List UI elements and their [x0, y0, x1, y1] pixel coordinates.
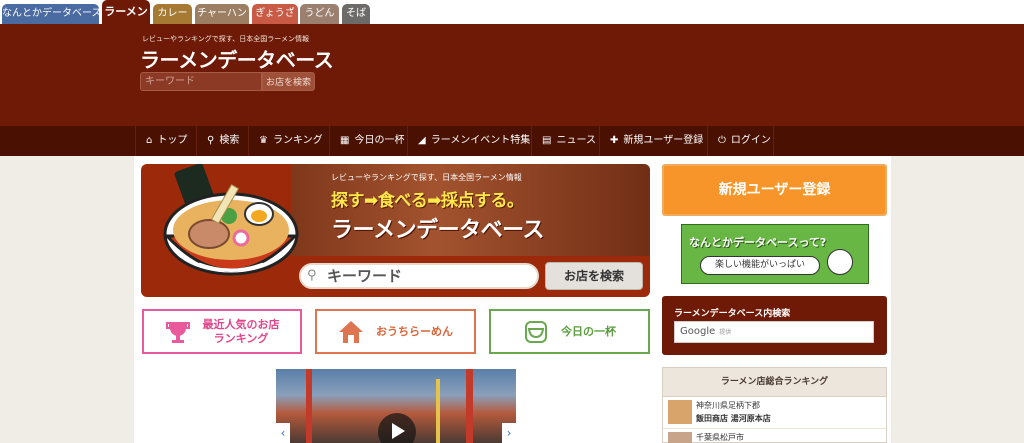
street-sign: [436, 379, 440, 443]
bowl-icon: [523, 319, 549, 345]
hero-title: ラーメンデータベース: [331, 218, 545, 243]
nav-item-label: 検索: [219, 135, 240, 146]
header-search: お店を検索: [140, 72, 315, 91]
google-label: Google: [680, 326, 716, 337]
street-pole: [466, 369, 473, 443]
megaphone-icon: ◢: [418, 135, 426, 146]
nav-item-label: ランキング: [272, 135, 323, 146]
nav-item-label: ログイン: [730, 135, 771, 146]
hero-tagline: レビューやランキングで探す、日本全国ラーメン情報: [331, 173, 522, 182]
hero-search-placeholder: キーワード: [327, 267, 403, 285]
home-icon: ⌂: [146, 135, 153, 146]
google-search-input[interactable]: Google 提供: [674, 321, 874, 343]
site-search-box: ラーメンデータベース内検索 Google 提供: [662, 296, 887, 355]
site-header: レビューやランキングで探す、日本全国ラーメン情報 ラーメンデータベース お店を検…: [0, 24, 1024, 126]
hero-search-input[interactable]: ⚲ キーワード: [299, 263, 539, 289]
header-search-input[interactable]: [140, 72, 262, 91]
ranking-shop-name: 飯田商店 湯河原本店: [696, 414, 771, 423]
nantoka-database-banner[interactable]: なんとかデータベースって? 楽しい機能がいっぱい: [681, 224, 869, 284]
house-icon: [338, 319, 364, 345]
overall-ranking-panel: ラーメン店総合ランキング 神奈川県足柄下郡 飯田商店 湯河原本店 千葉県松戸市: [662, 367, 887, 443]
ranking-row[interactable]: 神奈川県足柄下郡 飯田商店 湯河原本店: [663, 397, 886, 429]
news-icon: ▤: [542, 135, 552, 146]
nav-item-search[interactable]: ⚲ 検索: [197, 126, 249, 156]
chevron-right-icon[interactable]: ›: [502, 423, 516, 443]
trophy-icon: ♛: [259, 135, 268, 146]
header-search-button[interactable]: お店を検索: [262, 72, 315, 91]
ranking-prefecture: 神奈川県足柄下郡: [696, 401, 760, 410]
ranking-prefecture: 千葉県松戸市: [696, 433, 744, 442]
shop-thumbnail: [668, 432, 692, 443]
street-pole: [306, 369, 312, 443]
nav-item-ranking[interactable]: ♛ ランキング: [249, 126, 330, 156]
site-tab-soba[interactable]: そば: [342, 4, 370, 24]
power-icon: ⏻: [718, 135, 726, 146]
header-tagline: レビューやランキングで探す、日本全国ラーメン情報: [142, 35, 309, 43]
todays-bowl-button[interactable]: 今日の一杯: [489, 309, 650, 354]
popular-ranking-label: 最近人気のお店 ランキング: [202, 317, 280, 345]
search-icon: ⚲: [207, 135, 215, 146]
nav-item-news[interactable]: ▤ ニュース: [532, 126, 600, 156]
ranking-row[interactable]: 千葉県松戸市: [663, 429, 886, 443]
home-ramen-button[interactable]: おうちらーめん: [315, 309, 476, 354]
nav-item-top[interactable]: ⌂ トップ: [135, 126, 197, 156]
nav-item-label: 今日の一杯: [354, 135, 405, 146]
site-logo[interactable]: ラーメンデータベース: [140, 44, 334, 73]
nantoka-banner-subtitle: 楽しい機能がいっぱい: [700, 256, 820, 275]
video-thumbnail[interactable]: ‹ ›: [276, 369, 516, 443]
ramen-bowl-icon: [159, 164, 299, 292]
trophy-icon: [165, 319, 191, 345]
smiley-icon: [827, 249, 853, 275]
nav-item-events[interactable]: ◢ ラーメンイベント特集: [408, 126, 532, 156]
hero-search-button[interactable]: お店を検索: [545, 262, 643, 290]
site-tab-fried-rice[interactable]: チャーハン: [195, 4, 249, 24]
nav-item-today[interactable]: ▦ 今日の一杯: [330, 126, 408, 156]
nav-item-label: ラーメンイベント特集: [430, 135, 531, 146]
main-nav: ⌂ トップ ⚲ 検索 ♛ ランキング ▦ 今日の一杯 ◢ ラーメンイベント特集 ▤ ニュース…: [0, 126, 1024, 156]
calendar-icon: ▦: [340, 135, 350, 146]
nantoka-banner-title: なんとかデータベースって?: [689, 236, 827, 249]
site-tab-gyoza[interactable]: ぎょうざ: [252, 4, 298, 24]
todays-bowl-label: 今日の一杯: [561, 324, 616, 338]
nav-item-signup[interactable]: ✚ 新規ユーザー登録: [600, 126, 708, 156]
nav-item-label: トップ: [157, 135, 188, 146]
chevron-left-icon[interactable]: ‹: [276, 423, 290, 443]
site-tab-udon[interactable]: うどん: [300, 4, 339, 24]
overall-ranking-title: ラーメン店総合ランキング: [663, 368, 886, 397]
play-icon[interactable]: [378, 413, 416, 443]
hero-slogan: 探す➡食べる➡採点する。: [331, 191, 524, 211]
popular-ranking-button[interactable]: 最近人気のお店 ランキング: [142, 309, 302, 354]
shop-thumbnail: [668, 400, 692, 424]
signup-button[interactable]: 新規ユーザー登録: [662, 164, 887, 216]
site-tab-nantoka[interactable]: なんとかデータベース: [2, 4, 99, 24]
nav-item-label: 新規ユーザー登録: [623, 135, 704, 146]
user-plus-icon: ✚: [610, 135, 619, 146]
site-tab-bar: なんとかデータベース ラーメン カレー チャーハン ぎょうざ うどん そば: [0, 0, 1024, 24]
google-sub-label: 提供: [719, 329, 732, 336]
site-tab-ramen[interactable]: ラーメン: [102, 0, 150, 24]
site-search-title: ラーメンデータベース内検索: [674, 309, 791, 319]
home-ramen-label: おうちらーめん: [376, 324, 453, 338]
nav-item-label: ニュース: [556, 135, 596, 146]
hero-banner: レビューやランキングで探す、日本全国ラーメン情報 探す➡食べる➡採点する。 ラー…: [141, 164, 650, 297]
site-tab-curry[interactable]: カレー: [153, 4, 192, 24]
nav-item-login[interactable]: ⏻ ログイン: [708, 126, 774, 156]
search-icon: ⚲: [307, 268, 317, 283]
